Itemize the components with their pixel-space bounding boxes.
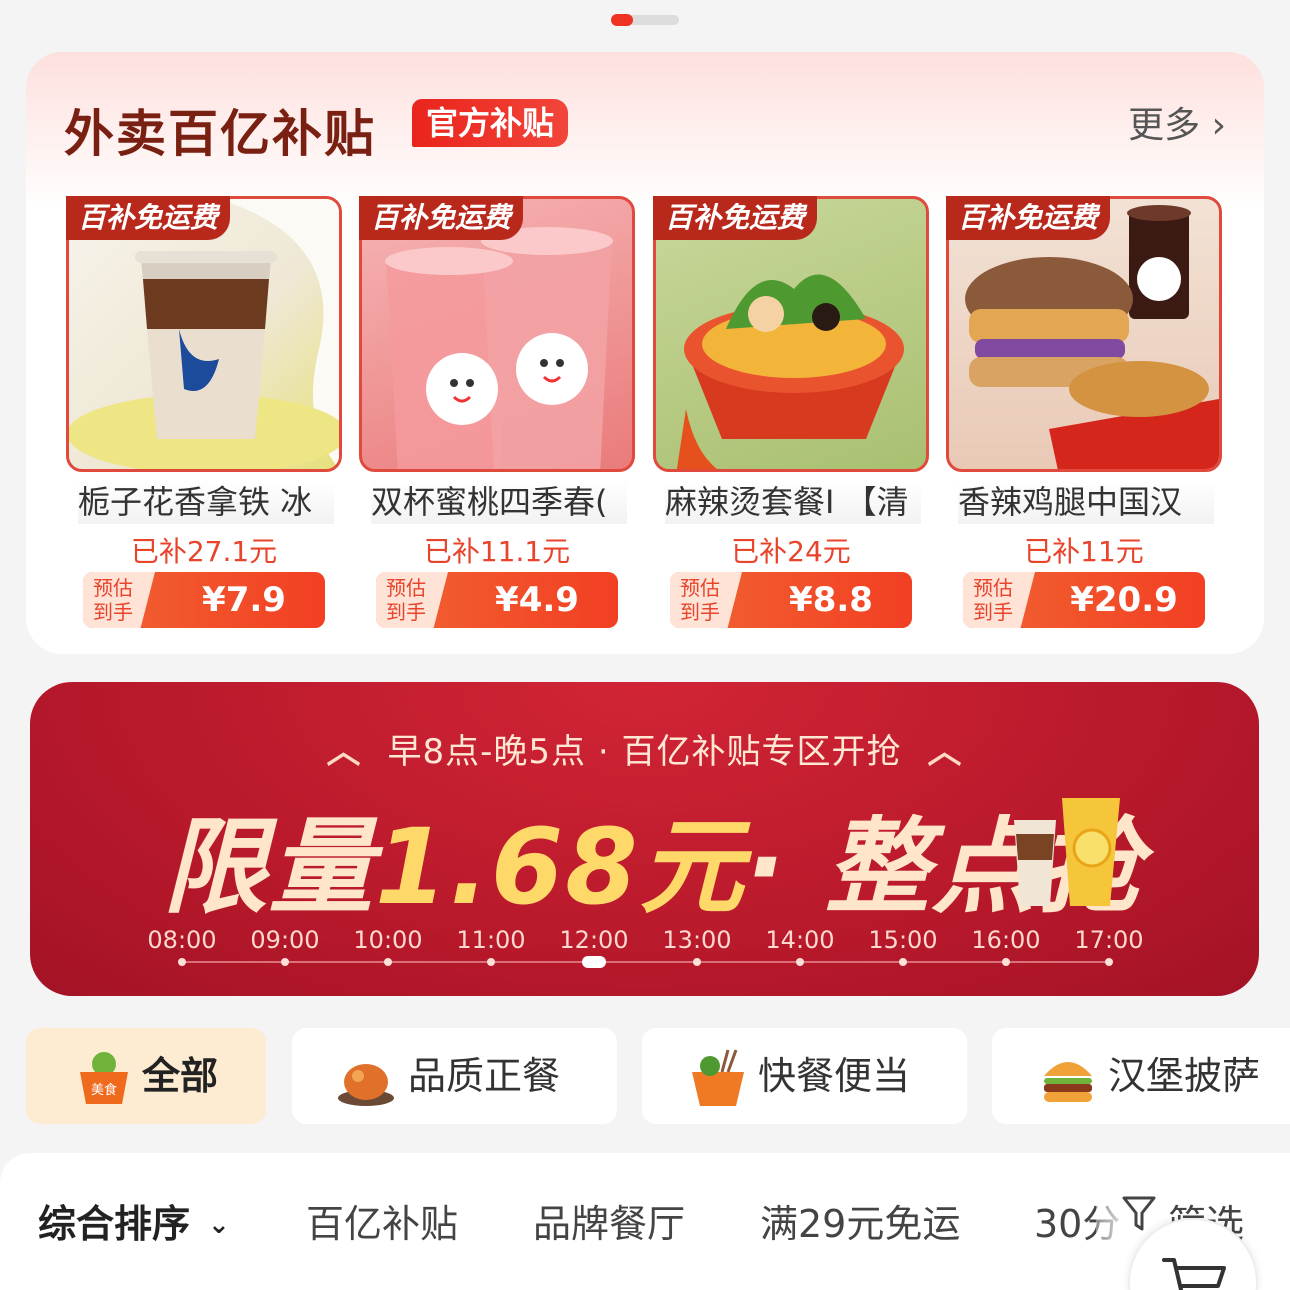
category-burger-pizza[interactable]: 汉堡披萨 [992,1028,1290,1124]
official-subsidy-badge: 官方补贴 [412,99,569,147]
cart-icon [1162,1258,1226,1290]
more-link[interactable]: 更多 › [1128,96,1226,148]
product-subsidy: 已补11.1元 [423,535,571,568]
time-slot-label[interactable]: 11:00 [456,926,525,954]
time-slot-dot [384,958,392,966]
category-all[interactable]: 美食 全部 [26,1028,266,1124]
product-subsidy: 已补24元 [731,535,851,568]
product-price-bar: 预估 到手 ¥7.9 [83,572,325,628]
product-price-bar: 预估 到手 ¥20.9 [963,572,1205,628]
category-label: 快餐便当 [758,1054,911,1098]
time-slot-label[interactable]: 16:00 [971,926,1040,954]
product-price: ¥20.9 [1070,580,1178,620]
time-slot-label[interactable]: 17:00 [1074,926,1143,954]
free-delivery-ribbon: 百补免运费 [66,196,231,240]
free-delivery-ribbon: 百补免运费 [653,196,818,240]
sort-comprehensive[interactable]: 综合排序 ⌄ [38,1193,230,1248]
time-slot-dot [1002,958,1010,966]
burger-icon [1044,1062,1092,1102]
time-slot-label[interactable]: 10:00 [353,926,422,954]
time-slot-dot [693,958,701,966]
category-quality-meals[interactable]: 品质正餐 [292,1028,617,1124]
time-slot-label[interactable]: 09:00 [250,926,319,954]
time-slot-dot [178,958,186,966]
product-name: 栀子花香拿铁 冰 [78,480,334,524]
roast-chicken-icon [338,1064,394,1106]
product-price-bar: 预估 到手 ¥4.9 [376,572,618,628]
filter-icon [1122,1196,1156,1231]
subsidy-card: 外卖百亿补贴 官方补贴 更多 › 百补免运费 栀子花香拿铁 冰 已补27.1元 … [26,52,1264,654]
product-price-bar: 预估 到手 ¥8.8 [670,572,912,628]
time-slot-label[interactable]: 14:00 [765,926,834,954]
page-indicator [611,14,679,26]
sort-bar: 综合排序⌄ 百亿补贴 品牌餐厅 满29元免运 30分 筛选 [0,1153,1290,1290]
free-delivery-ribbon: 百补免运费 [946,196,1111,240]
product-price: ¥4.9 [495,580,579,620]
subsidy-title: 外卖百亿补贴 [64,105,376,163]
time-slot-label[interactable]: 12:00 [559,926,628,954]
product-name: 麻辣烫套餐I 【清 [665,480,921,524]
category-label: 汉堡披萨 [1108,1054,1261,1098]
sort-subsidy[interactable]: 百亿补贴 [306,1193,458,1248]
time-slot-dot [1105,958,1113,966]
product-name: 香辣鸡腿中国汉 [958,480,1214,524]
time-slot-dot [281,958,289,966]
time-slot-dot [796,958,804,966]
product-subsidy: 已补27.1元 [130,535,278,568]
sort-free-delivery[interactable]: 满29元免运 [760,1193,960,1248]
free-delivery-ribbon: 百补免运费 [359,196,524,240]
time-slot-label[interactable]: 13:00 [662,926,731,954]
svg-text:美食: 美食 [91,1082,117,1098]
takeout-box-icon [692,1049,744,1106]
food-basket-icon: 美食 [80,1052,128,1104]
product-price: ¥7.9 [202,580,286,620]
time-slots: 08:00 09:00 10:00 11:00 12:00 13:00 14:00 15:00… [30,682,1259,996]
chevron-down-icon: ⌄ [208,1210,230,1240]
estimated-price-label: 预估 到手 [670,572,742,628]
estimated-price-label: 预估 到手 [83,572,155,628]
time-slot-dot [487,958,495,966]
category-fast-food[interactable]: 快餐便当 [642,1028,967,1124]
estimated-price-label: 预估 到手 [963,572,1035,628]
time-slot-label[interactable]: 15:00 [868,926,937,954]
flash-sale-banner[interactable]: ︿ 早8点-晚5点 · 百亿补贴专区开抢 ︿ 限量1.68元· 整点抢 08:00 0… [30,682,1259,996]
time-slot-label[interactable]: 08:00 [147,926,216,954]
sort-brand-restaurants[interactable]: 品牌餐厅 [533,1193,685,1248]
time-slot-dot [899,958,907,966]
product-subsidy: 已补11元 [1024,535,1144,568]
estimated-price-label: 预估 到手 [376,572,448,628]
time-slot-active-dot [582,956,606,968]
product-price: ¥8.8 [789,580,873,620]
product-name: 双杯蜜桃四季春( [371,480,627,524]
category-label: 品质正餐 [408,1054,561,1098]
category-label: 全部 [142,1054,219,1098]
